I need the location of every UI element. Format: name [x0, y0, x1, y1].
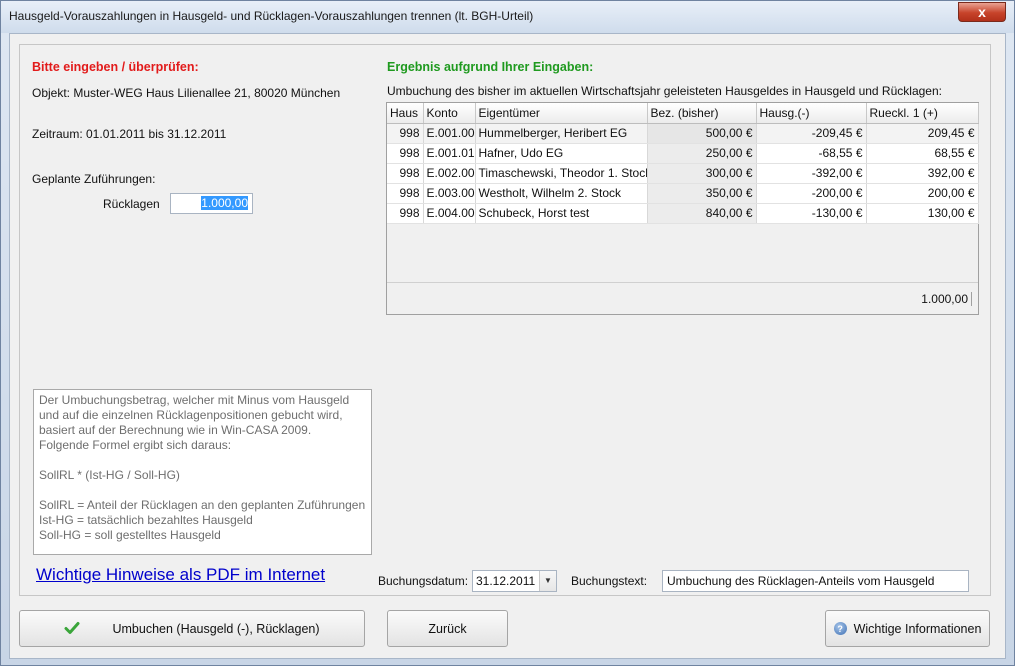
buchungsdatum-label: Buchungsdatum: [378, 574, 469, 588]
zeitraum-label: Zeitraum: 01.01.2011 bis 31.12.2011 [32, 127, 227, 141]
info-button-label: Wichtige Informationen [853, 621, 982, 636]
table-row[interactable]: 998 E.003.00 Westholt, Wilhelm 2. Stock … [387, 183, 979, 204]
info-textbox[interactable]: Der Umbuchungsbetrag, welcher mit Minus … [33, 389, 372, 555]
cell-eigentuemer: Timaschewski, Theodor 1. Stock [475, 163, 648, 184]
table-row[interactable]: 998 E.001.00 Hummelberger, Heribert EG 5… [387, 123, 979, 144]
cell-rueckl: 209,45 € [866, 123, 979, 144]
cell-hausg: -209,45 € [756, 123, 867, 144]
cell-hausg: -130,00 € [756, 203, 867, 224]
footer-sum: 1.000,00 [921, 292, 972, 306]
cell-rueckl: 392,00 € [866, 163, 979, 184]
cell-haus: 998 [387, 183, 424, 204]
info-line: Der Umbuchungsbetrag, welcher mit Minus … [39, 393, 350, 407]
ruecklagen-input[interactable]: 1.000,00 [170, 193, 253, 214]
table-row[interactable]: 998 E.002.00 Timaschewski, Theodor 1. St… [387, 163, 979, 184]
cell-bez: 300,00 € [647, 163, 757, 184]
cell-rueckl: 130,00 € [866, 203, 979, 224]
main-panel: Bitte eingeben / überprüfen: Objekt: Mus… [19, 44, 991, 596]
buchungsdatum-value: 31.12.2011 [476, 574, 536, 588]
cell-bez: 350,00 € [647, 183, 757, 204]
pdf-hints-link[interactable]: Wichtige Hinweise als PDF im Internet [36, 565, 325, 585]
cell-rueckl: 68,55 € [866, 143, 979, 164]
cell-haus: 998 [387, 143, 424, 164]
col-hausg[interactable]: Hausg.(-) [756, 103, 867, 124]
buchungstext-label: Buchungstext: [571, 574, 648, 588]
dialog-client-area: Bitte eingeben / überprüfen: Objekt: Mus… [9, 33, 1006, 659]
chevron-down-icon[interactable]: ▼ [539, 571, 556, 591]
close-button[interactable]: x [958, 2, 1006, 22]
cell-haus: 998 [387, 203, 424, 224]
umbuchen-label: Umbuchen (Hausgeld (-), Rücklagen) [112, 621, 320, 636]
umbuchen-button[interactable]: Umbuchen (Hausgeld (-), Rücklagen) [19, 610, 365, 647]
ruecklagen-label: Rücklagen [103, 197, 160, 211]
cell-rueckl: 200,00 € [866, 183, 979, 204]
wichtige-informationen-button[interactable]: ? Wichtige Informationen [825, 610, 990, 647]
input-heading: Bitte eingeben / überprüfen: [32, 60, 199, 74]
info-line: Ist-HG = tatsächlich bezahltes Hausgeld [39, 513, 253, 527]
result-heading: Ergebnis aufgrund Ihrer Eingaben: [387, 60, 594, 74]
table-header-row: Haus Konto Eigentümer Bez. (bisher) Haus… [387, 103, 979, 124]
zurueck-label: Zurück [428, 621, 467, 636]
cell-eigentuemer: Hummelberger, Heribert EG [475, 123, 648, 144]
cell-hausg: -68,55 € [756, 143, 867, 164]
cell-eigentuemer: Hafner, Udo EG [475, 143, 648, 164]
info-line: SollRL = Anteil der Rücklagen an den gep… [39, 498, 366, 512]
buchungsdatum-picker[interactable]: 31.12.2011 ▼ [472, 570, 557, 592]
cell-haus: 998 [387, 163, 424, 184]
cell-bez: 840,00 € [647, 203, 757, 224]
cell-eigentuemer: Schubeck, Horst test [475, 203, 648, 224]
cell-bez: 250,00 € [647, 143, 757, 164]
result-table: Haus Konto Eigentümer Bez. (bisher) Haus… [387, 103, 979, 224]
buchungstext-input[interactable]: Umbuchung des Rücklagen-Anteils vom Haus… [662, 570, 969, 592]
cell-konto: E.001.00 [423, 123, 476, 144]
cell-konto: E.003.00 [423, 183, 476, 204]
cell-konto: E.001.01 [423, 143, 476, 164]
cell-hausg: -392,00 € [756, 163, 867, 184]
info-line: und auf die einzelnen Rücklagenpositione… [39, 408, 343, 422]
info-line: basiert auf der Berechnung wie in Win-CA… [39, 423, 312, 437]
info-icon: ? [833, 622, 847, 635]
col-konto[interactable]: Konto [423, 103, 476, 124]
check-icon [64, 622, 80, 634]
cell-konto: E.002.00 [423, 163, 476, 184]
objekt-label: Objekt: Muster-WEG Haus Lilienallee 21, … [32, 86, 341, 100]
info-line: SollRL * (Ist-HG / Soll-HG) [39, 468, 180, 482]
zurueck-button[interactable]: Zurück [387, 610, 508, 647]
zufuehrungen-label: Geplante Zuführungen: [32, 172, 156, 186]
window-title: Hausgeld-Vorauszahlungen in Hausgeld- un… [9, 9, 534, 23]
info-line: Folgende Formel ergibt sich daraus: [39, 438, 232, 452]
ruecklagen-value: 1.000,00 [201, 196, 248, 210]
col-rueckl[interactable]: Rueckl. 1 (+) [866, 103, 979, 124]
table-row[interactable]: 998 E.004.00 Schubeck, Horst test 840,00… [387, 203, 979, 224]
cell-konto: E.004.00 [423, 203, 476, 224]
title-bar: Hausgeld-Vorauszahlungen in Hausgeld- un… [1, 1, 1014, 33]
result-subheading: Umbuchung des bisher im aktuellen Wirtsc… [387, 84, 942, 98]
cell-bez: 500,00 € [647, 123, 757, 144]
cell-haus: 998 [387, 123, 424, 144]
info-line: Soll-HG = soll gestelltes Hausgeld [39, 528, 221, 542]
col-bez[interactable]: Bez. (bisher) [647, 103, 757, 124]
col-haus[interactable]: Haus [387, 103, 424, 124]
col-eigentuemer[interactable]: Eigentümer [475, 103, 648, 124]
result-grid[interactable]: Haus Konto Eigentümer Bez. (bisher) Haus… [386, 102, 979, 315]
cell-eigentuemer: Westholt, Wilhelm 2. Stock [475, 183, 648, 204]
grid-footer: 1.000,00 [387, 282, 978, 314]
table-row[interactable]: 998 E.001.01 Hafner, Udo EG 250,00 € -68… [387, 143, 979, 164]
dialog-window: Hausgeld-Vorauszahlungen in Hausgeld- un… [0, 0, 1015, 666]
cell-hausg: -200,00 € [756, 183, 867, 204]
